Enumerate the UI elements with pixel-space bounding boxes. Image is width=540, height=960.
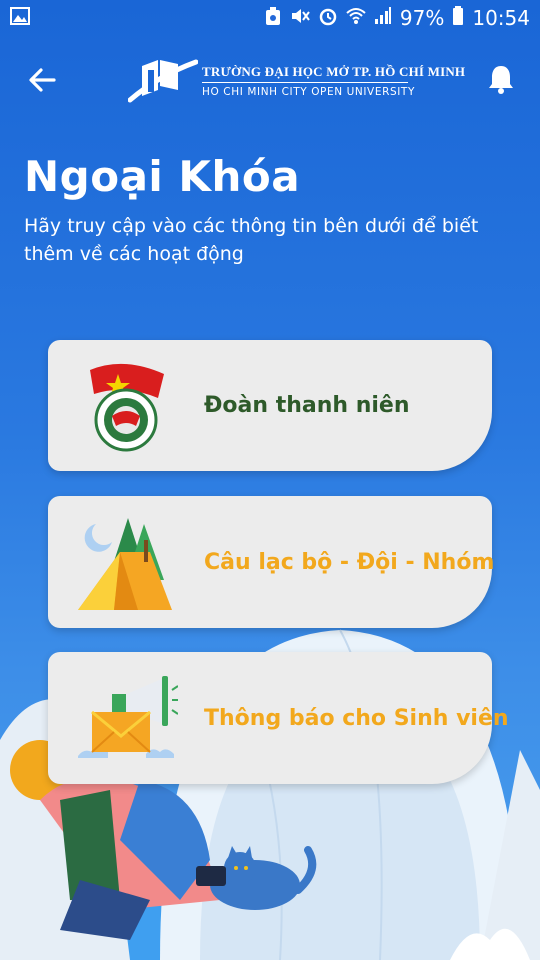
- gallery-notification-icon: [10, 6, 30, 30]
- page-title: Ngoại Khóa: [24, 152, 301, 201]
- status-bar: 97% 10:54: [0, 0, 540, 36]
- clubs-teams-card[interactable]: Câu lạc bộ - Đội - Nhóm: [48, 496, 495, 628]
- notification-bell-icon[interactable]: [484, 62, 518, 96]
- university-name: TRƯỜNG ĐẠI HỌC MỞ TP. HỒ CHÍ MINH: [202, 64, 466, 79]
- student-announcements-label: Thông báo cho Sinh viên: [204, 705, 509, 731]
- mute-icon: [290, 6, 310, 31]
- megaphone-mail-icon: [78, 676, 178, 758]
- logo-divider: [202, 82, 408, 83]
- app-header: TRƯỜNG ĐẠI HỌC MỞ TP. HỒ CHÍ MINH HO CHI…: [0, 48, 540, 112]
- youth-union-label: Đoàn thanh niên: [204, 393, 410, 418]
- signal-icon: [374, 6, 392, 30]
- alarm-icon: [318, 6, 338, 31]
- back-arrow-icon[interactable]: [24, 62, 60, 98]
- university-logo: TRƯỜNG ĐẠI HỌC MỞ TP. HỒ CHÍ MINH HO CHI…: [128, 56, 465, 104]
- open-book-logo-icon: [128, 59, 198, 103]
- recycle-icon: [264, 6, 282, 31]
- battery-percentage: 97%: [399, 6, 445, 30]
- university-name-english: HO CHI MINH CITY OPEN UNIVERSITY: [202, 86, 415, 98]
- page-subtitle: Hãy truy cập vào các thông tin bên dưới …: [24, 215, 479, 265]
- wifi-icon: [346, 6, 366, 30]
- battery-icon: [452, 5, 464, 31]
- clock: 10:54: [472, 6, 530, 30]
- clubs-teams-label: Câu lạc bộ - Đội - Nhóm: [204, 549, 495, 575]
- camping-tent-icon: [78, 518, 172, 610]
- youth-union-card[interactable]: Đoàn thanh niên: [48, 340, 492, 471]
- status-indicators: 97% 10:54: [264, 5, 530, 31]
- student-announcements-card[interactable]: Thông báo cho Sinh viên: [48, 652, 509, 784]
- youth-union-emblem-icon: [90, 363, 164, 452]
